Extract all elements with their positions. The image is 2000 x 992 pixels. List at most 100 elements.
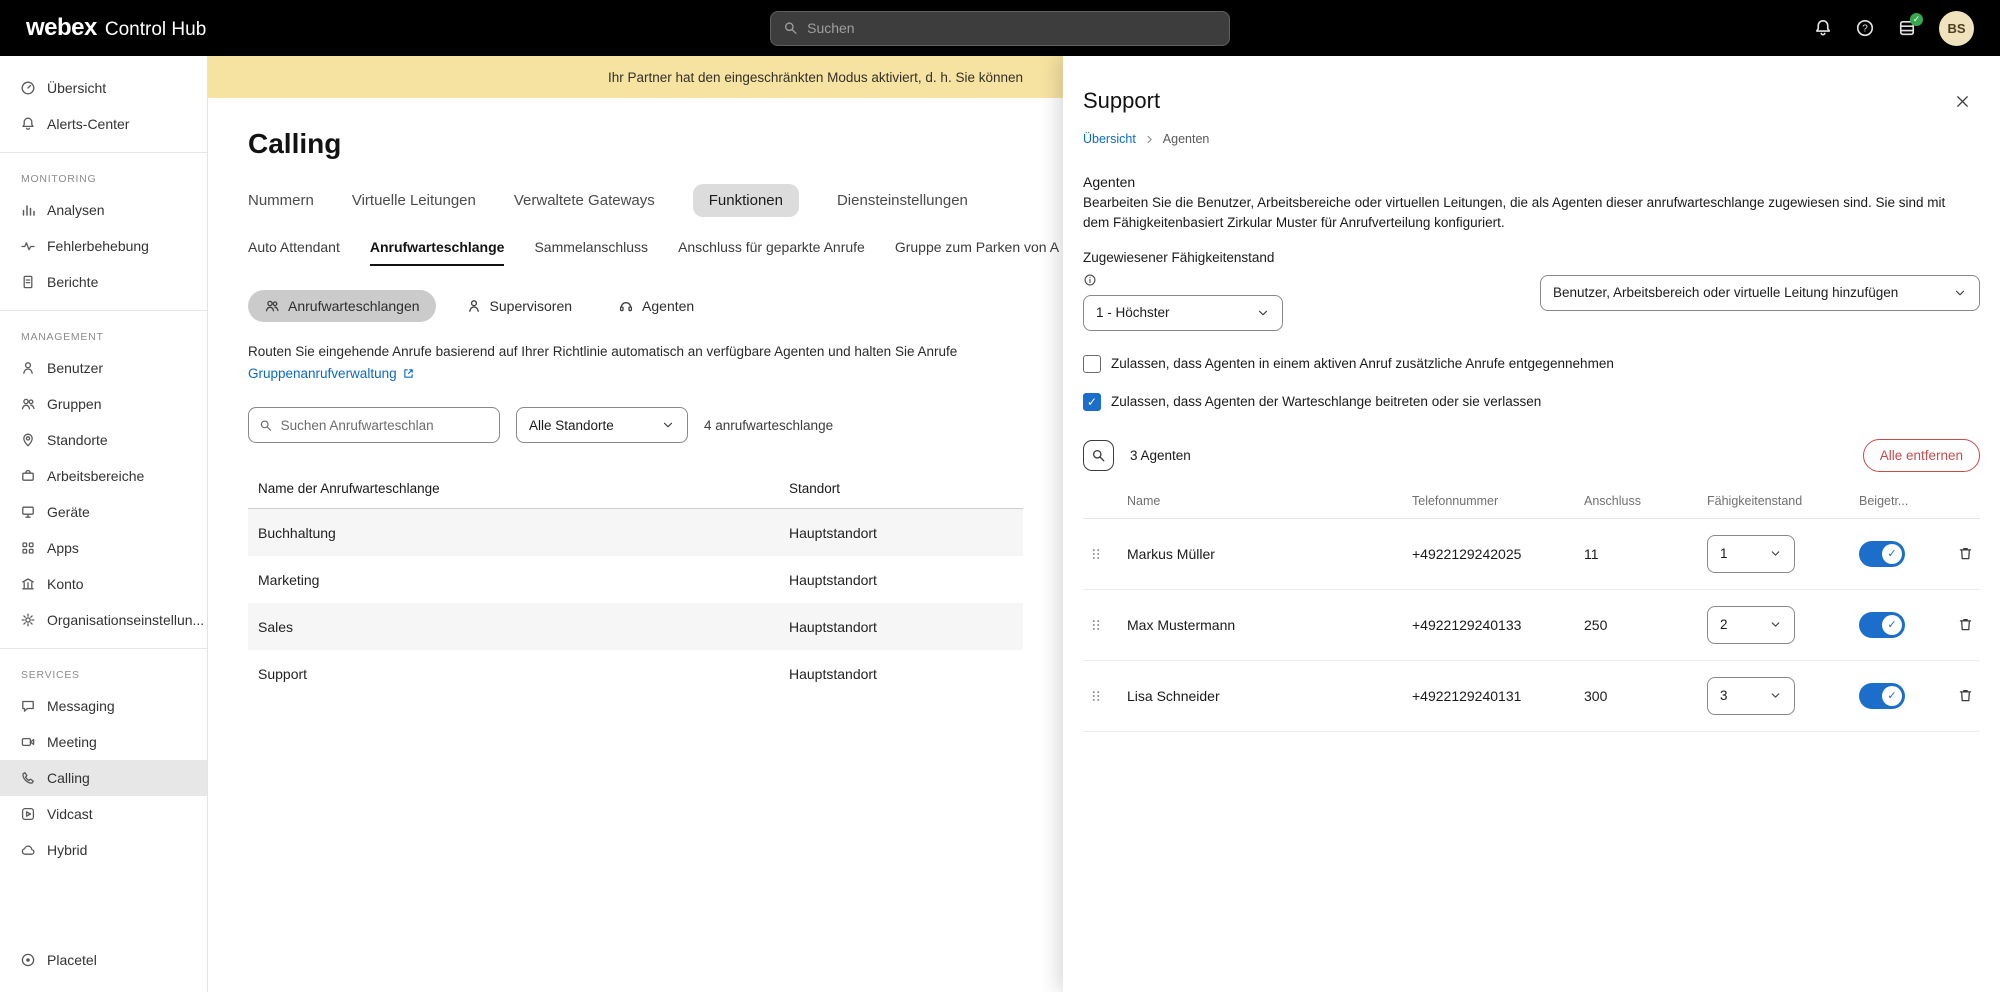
chevron-down-icon — [1953, 286, 1967, 300]
sidebar-item-calling[interactable]: Calling — [0, 760, 207, 796]
agent-row: Markus Müller +4922129242025 11 1 ✓ — [1083, 519, 1980, 590]
tab-virtuelle-leitungen[interactable]: Virtuelle Leitungen — [352, 184, 476, 217]
queue-search[interactable] — [248, 407, 500, 443]
tab-funktionen[interactable]: Funktionen — [693, 184, 799, 217]
agent-skill-dropdown[interactable]: 3 — [1707, 677, 1795, 715]
sidebar-item-arbeitsbereiche[interactable]: Arbeitsbereiche — [0, 458, 207, 494]
queue-filter-row: Alle Standorte 4 anrufwarteschlange — [248, 407, 1023, 443]
skill-level-dropdown[interactable]: 1 - Höchster — [1083, 295, 1283, 331]
cell-queue-name: Marketing — [248, 572, 779, 588]
sidebar-label: Messaging — [47, 698, 115, 714]
people-icon — [264, 298, 280, 314]
sidebar-item-benutzer[interactable]: Benutzer — [0, 350, 207, 386]
agent-phone: +4922129242025 — [1400, 546, 1572, 562]
trash-icon[interactable] — [1957, 545, 1974, 562]
joined-toggle[interactable]: ✓ — [1859, 612, 1905, 638]
subtab-sammelanschluss[interactable]: Sammelanschluss — [534, 239, 648, 266]
pulse-icon — [20, 238, 36, 254]
document-icon — [20, 274, 36, 290]
external-link-icon — [402, 367, 415, 380]
sidebar-item-uebersicht[interactable]: Übersicht — [0, 70, 207, 106]
subtab-anrufwarteschlange[interactable]: Anrufwarteschlange — [370, 239, 505, 266]
info-icon[interactable] — [1083, 273, 1097, 287]
table-row[interactable]: Sales Hauptstandort — [248, 603, 1023, 650]
avatar[interactable]: BS — [1939, 11, 1974, 46]
pill-agenten[interactable]: Agenten — [602, 290, 710, 322]
sidebar-item-analysen[interactable]: Analysen — [0, 192, 207, 228]
checkbox-unchecked[interactable] — [1083, 355, 1101, 373]
agent-extension: 11 — [1572, 546, 1695, 562]
drag-handle[interactable] — [1083, 618, 1115, 632]
trash-icon[interactable] — [1957, 687, 1974, 704]
sidebar-item-apps[interactable]: Apps — [0, 530, 207, 566]
trash-icon[interactable] — [1957, 616, 1974, 633]
sidebar-item-meeting[interactable]: Meeting — [0, 724, 207, 760]
subtab-anschluss-geparkte-anrufe[interactable]: Anschluss für geparkte Anrufe — [678, 239, 865, 266]
queue-search-input[interactable] — [281, 418, 489, 433]
agent-skill-dropdown[interactable]: 1 — [1707, 535, 1795, 573]
sidebar-label: Placetel — [47, 952, 97, 968]
svg-text:?: ? — [1862, 23, 1868, 34]
close-panel-button[interactable] — [1955, 94, 1970, 109]
control-hub-label: Control Hub — [105, 19, 206, 41]
help-button[interactable]: ? — [1855, 18, 1875, 38]
sidebar-label: Analysen — [47, 202, 105, 218]
joined-toggle[interactable]: ✓ — [1859, 683, 1905, 709]
sidebar-item-berichte[interactable]: Berichte — [0, 264, 207, 300]
help-icon: ? — [1855, 18, 1875, 38]
global-search[interactable] — [770, 11, 1230, 46]
drag-handle-icon — [1089, 547, 1103, 561]
notifications-button[interactable] — [1813, 18, 1833, 38]
sidebar-item-messaging[interactable]: Messaging — [0, 688, 207, 724]
subtab-gruppe-zum-parken[interactable]: Gruppe zum Parken von A — [895, 239, 1059, 266]
chart-icon — [20, 202, 36, 218]
sidebar-item-vidcast[interactable]: Vidcast — [0, 796, 207, 832]
agent-skill-dropdown[interactable]: 2 — [1707, 606, 1795, 644]
breadcrumb-uebersicht[interactable]: Übersicht — [1083, 132, 1136, 146]
pill-anrufwarteschlangen[interactable]: Anrufwarteschlangen — [248, 290, 436, 322]
checkbox-additional-calls[interactable]: Zulassen, dass Agenten in einem aktiven … — [1083, 355, 1980, 373]
joined-toggle[interactable]: ✓ — [1859, 541, 1905, 567]
setup-status-button[interactable]: ✓ — [1897, 18, 1917, 38]
sidebar-item-alerts-center[interactable]: Alerts-Center — [0, 106, 207, 142]
checkbox-checked[interactable]: ✓ — [1083, 393, 1101, 411]
subtab-auto-attendant[interactable]: Auto Attendant — [248, 239, 340, 266]
sidebar-item-standorte[interactable]: Standorte — [0, 422, 207, 458]
search-icon — [1091, 448, 1106, 463]
table-row[interactable]: Marketing Hauptstandort — [248, 556, 1023, 603]
remove-all-button[interactable]: Alle entfernen — [1863, 439, 1980, 472]
agent-search-button[interactable] — [1083, 440, 1114, 471]
sidebar-item-organisationseinstellungen[interactable]: Organisationseinstellun... — [0, 602, 207, 638]
pin-icon — [20, 432, 36, 448]
sidebar-item-fehlerbehebung[interactable]: Fehlerbehebung — [0, 228, 207, 264]
drag-handle[interactable] — [1083, 689, 1115, 703]
tab-diensteinstellungen[interactable]: Diensteinstellungen — [837, 184, 968, 217]
sidebar-item-placetel[interactable]: Placetel — [0, 942, 207, 978]
location-filter-dropdown[interactable]: Alle Standorte — [516, 407, 688, 443]
play-icon — [20, 806, 36, 822]
add-agent-dropdown[interactable]: Benutzer, Arbeitsbereich oder virtuelle … — [1540, 275, 1980, 311]
banner-text: Ihr Partner hat den eingeschränkten Modu… — [608, 70, 1023, 85]
sidebar-label: Vidcast — [47, 806, 93, 822]
sidebar-item-gruppen[interactable]: Gruppen — [0, 386, 207, 422]
sidebar-item-geraete[interactable]: Geräte — [0, 494, 207, 530]
agent-count: 3 Agenten — [1130, 448, 1191, 463]
chevron-down-icon — [1256, 306, 1270, 320]
main-content: Ihr Partner hat den eingeschränkten Modu… — [208, 56, 1063, 992]
checkbox-join-leave-queue[interactable]: ✓ Zulassen, dass Agenten der Warteschlan… — [1083, 393, 1980, 411]
sidebar-item-hybrid[interactable]: Hybrid — [0, 832, 207, 868]
gruppenanrufverwaltung-link[interactable]: Gruppenanrufverwaltung — [248, 366, 1023, 381]
tab-verwaltete-gateways[interactable]: Verwaltete Gateways — [514, 184, 655, 217]
toggle-knob-check: ✓ — [1882, 686, 1902, 706]
global-search-input[interactable] — [807, 20, 1217, 36]
placetel-logo-icon — [20, 952, 36, 968]
sidebar-item-konto[interactable]: Konto — [0, 566, 207, 602]
sidebar-label: Fehlerbehebung — [47, 238, 149, 254]
drag-handle[interactable] — [1083, 547, 1115, 561]
tab-nummern[interactable]: Nummern — [248, 184, 314, 217]
bank-icon — [20, 576, 36, 592]
table-row[interactable]: Buchhaltung Hauptstandort — [248, 509, 1023, 556]
sidebar: Übersicht Alerts-Center MONITORING Analy… — [0, 56, 208, 992]
pill-supervisoren[interactable]: Supervisoren — [450, 290, 589, 322]
table-row[interactable]: Support Hauptstandort — [248, 650, 1023, 697]
